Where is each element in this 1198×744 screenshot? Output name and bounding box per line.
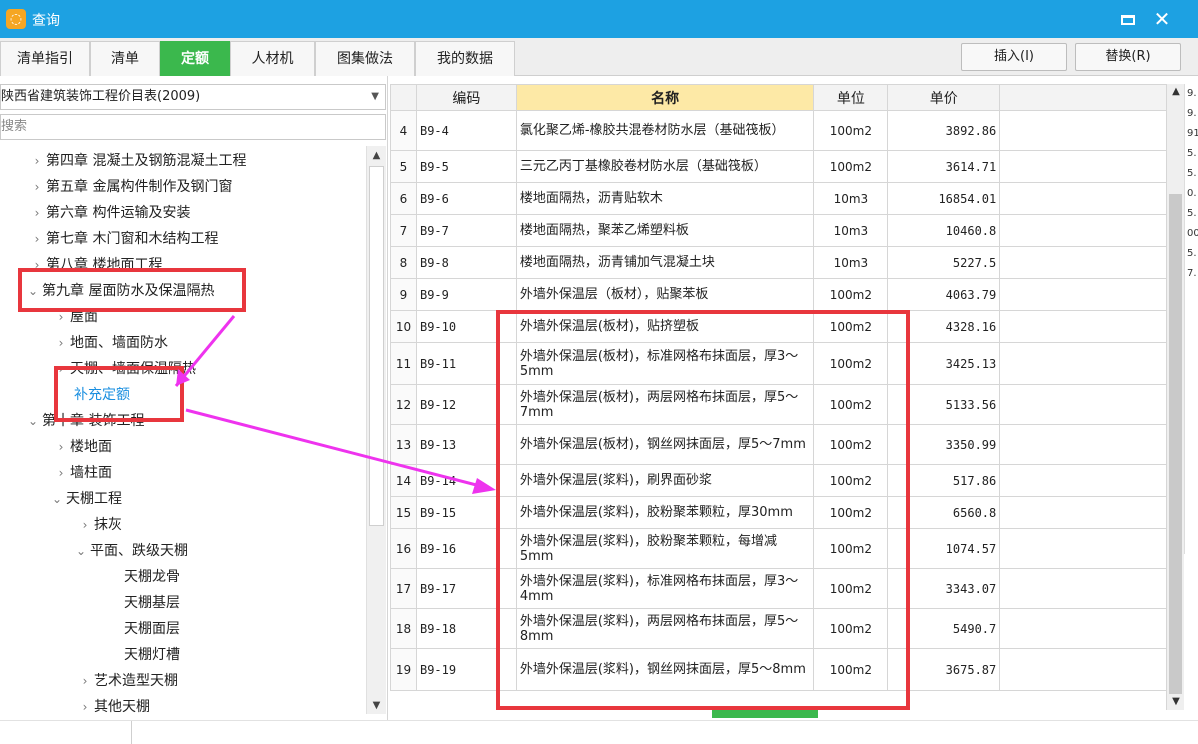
table-row[interactable]: 7 B9-7 楼地面隔热，聚苯乙烯塑料板 10m3 10460.8 [390,214,1167,247]
close-icon[interactable]: ✕ [1146,4,1178,34]
table-row[interactable]: 6 B9-6 楼地面隔热，沥青贴软木 10m3 16854.01 [390,182,1167,215]
search-input[interactable]: 搜索 [0,114,386,140]
tab-bar: 清单指引 清单 定额 人材机 图集做法 我的数据 插入(I) 替换(R) [0,38,1198,76]
scroll-down-icon[interactable]: ▼ [369,698,384,714]
scrollbar-thumb[interactable] [369,166,384,526]
annotation-box-chapter [18,268,246,312]
status-strip [0,720,1198,744]
splitter-handle[interactable] [712,710,818,718]
tree-node[interactable]: › 第五章 金属构件制作及钢门窗 [28,174,233,200]
tab-quota[interactable]: 定额 [160,41,230,76]
tree-node[interactable]: › 地面、墙面防水 [52,330,168,356]
annotation-box-rows [496,310,910,710]
tree-node[interactable]: ⌄ 天棚工程 [48,486,122,512]
tree-node[interactable]: › 其他天棚 [76,694,150,714]
scrollbar-thumb[interactable] [1169,194,1182,694]
chevron-right-icon: › [34,232,40,246]
replace-button[interactable]: 替换(R) [1075,43,1181,71]
title-bar: ◌ 查询 ✕ [0,0,1198,38]
table-row[interactable]: 5 B9-5 三元乙丙丁基橡胶卷材防水层（基础筏板） 100m2 3614.71 [390,150,1167,183]
tree-node[interactable]: 天棚面层 [106,616,180,642]
chevron-down-icon: ⌄ [51,492,63,506]
chevron-right-icon: › [34,154,40,168]
header-code[interactable]: 编码 [415,84,517,111]
header-unit[interactable]: 单位 [813,84,889,111]
app-icon: ◌ [6,9,26,29]
annotation-box-supplement [54,366,184,422]
chevron-down-icon: ⌄ [75,544,87,558]
tab-my-data[interactable]: 我的数据 [415,41,515,76]
library-select[interactable]: 陕西省建筑装饰工程价目表(2009) ▼ [0,84,386,110]
tree-node[interactable]: › 第六章 构件运输及安装 [28,200,191,226]
header-rownum [390,84,417,111]
tab-bill[interactable]: 清单 [90,41,160,76]
chapter-tree: › 第四章 混凝土及钢筋混凝土工程 › 第五章 金属构件制作及钢门窗 › 第六章 构件… [0,146,366,714]
insert-button[interactable]: 插入(I) [961,43,1067,71]
table-row[interactable]: 8 B9-8 楼地面隔热，沥青铺加气混凝土块 10m3 5227.5 [390,246,1167,279]
tree-node[interactable]: 天棚龙骨 [106,564,180,590]
tab-atlas-method[interactable]: 图集做法 [315,41,415,76]
chevron-right-icon: › [82,518,88,532]
chevron-right-icon: › [58,466,64,480]
maximize-icon[interactable] [1112,4,1144,34]
tree-node[interactable]: ⌄ 平面、跌级天棚 [72,538,188,564]
chevron-right-icon: › [82,674,88,688]
table-row[interactable]: 9 B9-9 外墙外保温层（板材），贴聚苯板 100m2 4063.79 [390,278,1167,311]
scroll-down-icon[interactable]: ▼ [1167,694,1185,710]
chevron-down-icon[interactable]: ▼ [371,85,379,109]
tree-node[interactable]: 天棚基层 [106,590,180,616]
tree-node[interactable]: › 艺术造型天棚 [76,668,178,694]
chevron-right-icon: › [34,180,40,194]
background-window-edge: 9.9.915.5.0.5.005.7. [1184,84,1198,554]
header-filler [999,84,1167,111]
scroll-up-icon[interactable]: ▲ [369,148,384,164]
header-name[interactable]: 名称 [515,84,815,111]
tree-node[interactable]: › 抹灰 [76,512,122,538]
tree-scrollbar[interactable]: ▲ ▼ [366,146,386,714]
chevron-right-icon: › [58,336,64,350]
tree-node[interactable]: 天棚灯槽 [106,642,180,668]
header-price[interactable]: 单价 [887,84,1001,111]
library-select-value: 陕西省建筑装饰工程价目表(2009) [1,89,201,104]
chevron-down-icon: ⌄ [27,414,39,428]
grid-scrollbar[interactable]: ▲ ▼ [1166,84,1184,710]
tab-list-guide[interactable]: 清单指引 [0,41,90,76]
tree-node[interactable]: › 墙柱面 [52,460,112,486]
table-row[interactable]: 4 B9-4 氯化聚乙烯-橡胶共混卷材防水层（基础筏板） 100m2 3892.86 [390,110,1167,151]
chevron-right-icon: › [58,440,64,454]
tree-node[interactable]: › 第四章 混凝土及钢筋混凝土工程 [28,148,247,174]
tab-labor-material-machine[interactable]: 人材机 [230,41,315,76]
tree-node[interactable]: › 第七章 木门窗和木结构工程 [28,226,219,252]
chevron-right-icon: › [82,700,88,714]
tree-node[interactable]: › 楼地面 [52,434,112,460]
chevron-right-icon: › [34,206,40,220]
scroll-up-icon[interactable]: ▲ [1167,84,1185,100]
table-header-row: 编码 名称 单位 单价 [390,84,1167,111]
window-title: 查询 [32,13,60,29]
